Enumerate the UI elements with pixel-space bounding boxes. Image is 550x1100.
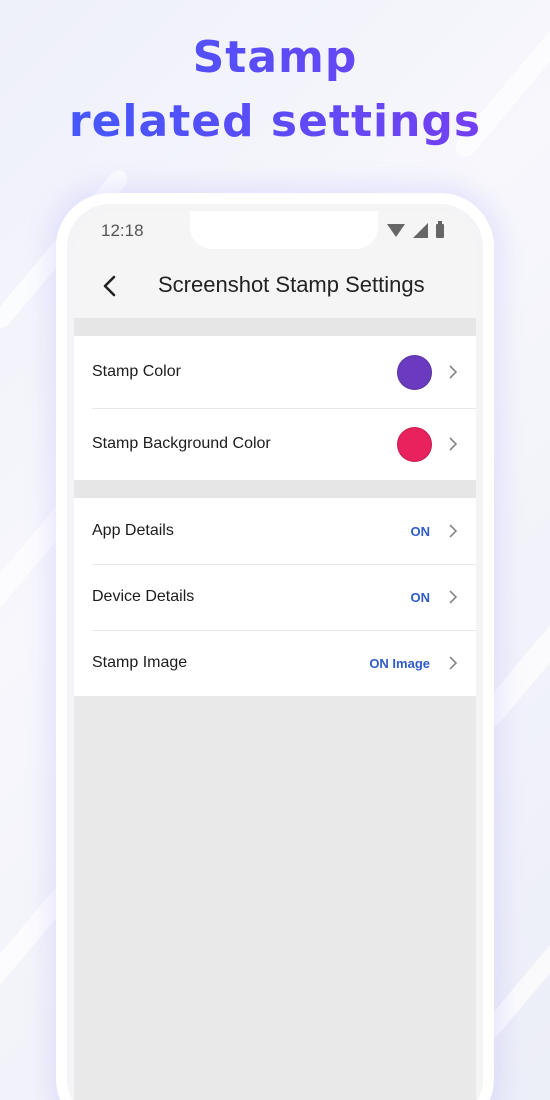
section-divider (74, 318, 476, 336)
stamp-image-value: ON Image (369, 655, 430, 671)
promo-headline: Stamp related settings (0, 26, 550, 154)
device-details-row[interactable]: Device Details ON (74, 564, 476, 630)
stamp-background-color-label: Stamp Background Color (92, 435, 271, 452)
stamp-image-row[interactable]: Stamp Image ON Image (74, 630, 476, 696)
section-divider (74, 480, 476, 498)
device-details-label: Device Details (92, 588, 195, 605)
stamp-background-color-row[interactable]: Stamp Background Color (74, 408, 476, 480)
status-time: 12:18 (101, 221, 144, 240)
stamp-color-swatch[interactable] (397, 354, 432, 390)
toggle-settings-group: App Details ON Device Details ON Stamp I… (74, 498, 476, 696)
color-settings-group: Stamp Color Stamp Background Color (74, 336, 476, 480)
stamp-color-row[interactable]: Stamp Color (74, 336, 476, 408)
app-details-value: ON (410, 523, 431, 539)
wifi-icon (387, 224, 405, 237)
stamp-image-label: Stamp Image (92, 654, 188, 671)
chevron-right-icon (449, 590, 458, 604)
signal-icon (413, 223, 428, 238)
promo-line-2: related settings (68, 96, 482, 147)
battery-icon (436, 220, 444, 238)
chevron-right-icon (449, 656, 458, 670)
status-icons (387, 220, 444, 238)
phone-screen: 12:18 Screenshot Stamp Settings Stamp Co… (74, 211, 476, 1100)
stamp-color-label: Stamp Color (92, 363, 181, 380)
promo-line-1: Stamp (192, 32, 358, 83)
device-details-value: ON (410, 589, 431, 605)
chevron-right-icon (449, 524, 458, 538)
page-title: Screenshot Stamp Settings (158, 272, 425, 297)
settings-content: Stamp Color Stamp Background Color App D… (74, 318, 476, 1100)
phone-notch (190, 211, 378, 249)
chevron-right-icon (449, 437, 458, 451)
back-arrow-icon[interactable] (96, 271, 126, 301)
phone-frame: 12:18 Screenshot Stamp Settings Stamp Co… (56, 193, 494, 1100)
app-details-label: App Details (92, 522, 174, 539)
app-details-row[interactable]: App Details ON (74, 498, 476, 564)
app-bar: Screenshot Stamp Settings (74, 263, 476, 309)
stamp-background-color-swatch[interactable] (397, 426, 432, 462)
chevron-right-icon (449, 365, 458, 379)
